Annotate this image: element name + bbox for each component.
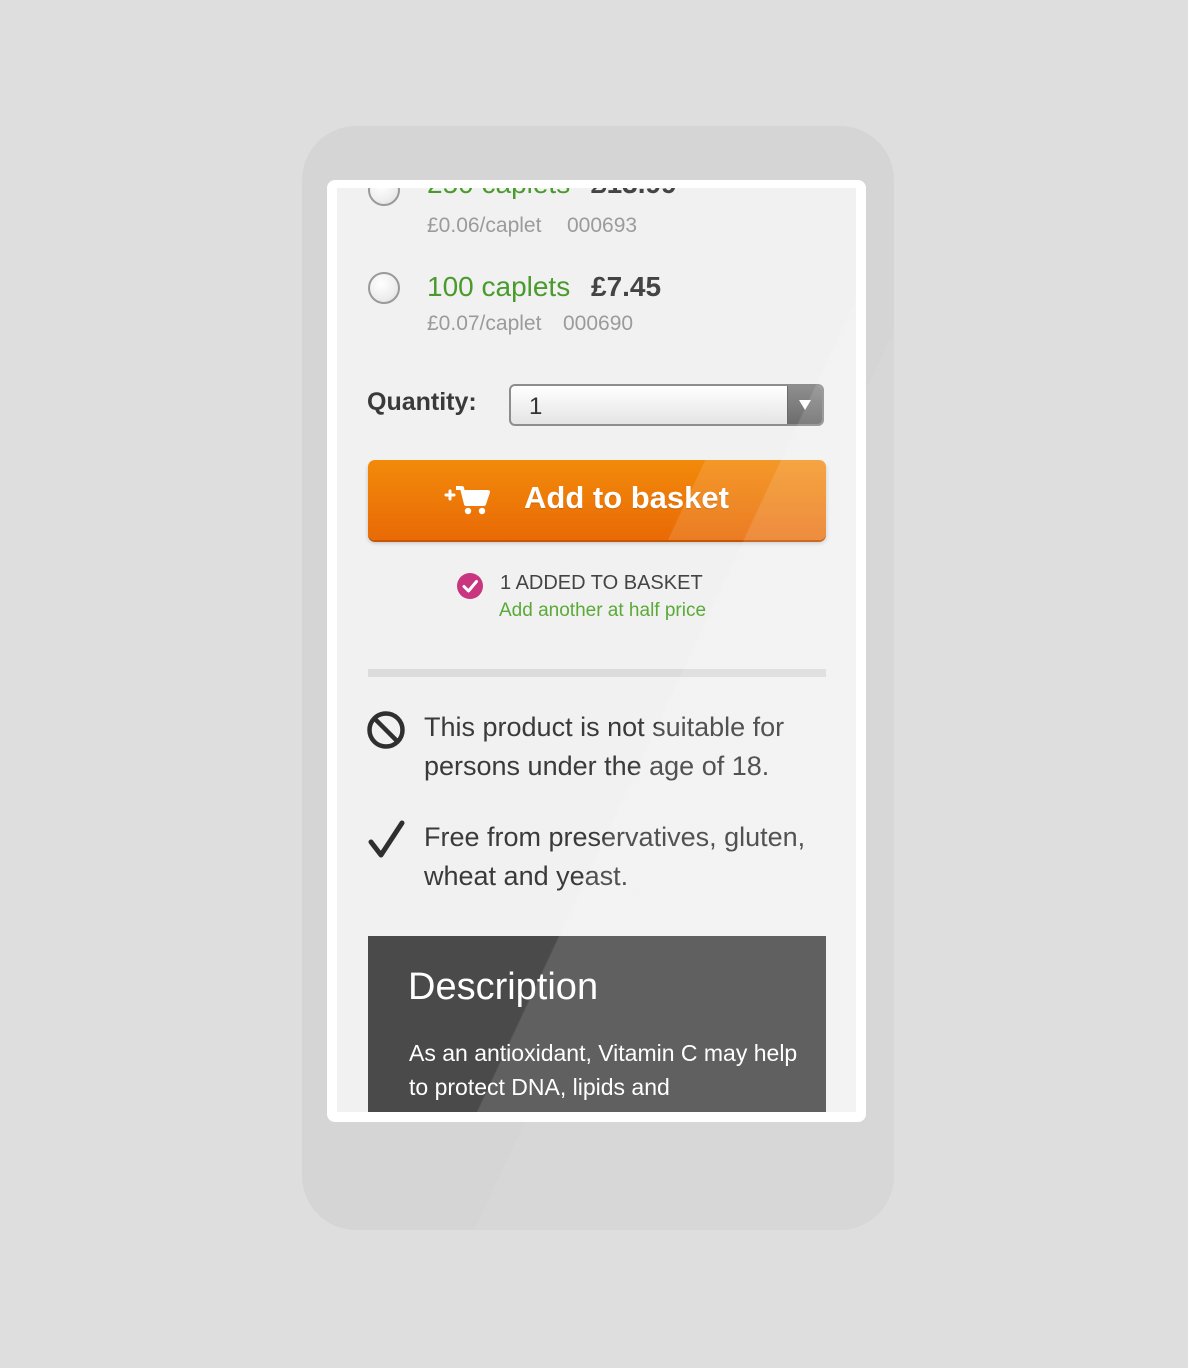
option-code: 000693 xyxy=(567,214,638,237)
description-panel: Description As an antioxidant, Vitamin C… xyxy=(368,936,826,1112)
checkmark-icon xyxy=(368,820,406,864)
added-to-basket-text: 1 ADDED TO BASKET xyxy=(500,572,703,594)
age-restriction-notice: This product is not suitable for persons… xyxy=(424,712,785,781)
divider xyxy=(368,669,826,677)
option-unit-price: £0.06/caplet xyxy=(427,214,542,237)
option-name: 250 caplets xyxy=(427,188,570,200)
add-to-cart-icon xyxy=(444,484,490,520)
screen: 250 caplets £13.99 £0.06/caplet 000693 1… xyxy=(337,188,856,1112)
description-body: As an antioxidant, Vitamin C may help to… xyxy=(409,1040,798,1100)
chevron-down-icon[interactable] xyxy=(787,386,822,424)
add-to-basket-button[interactable]: Add to basket xyxy=(368,460,826,540)
prohibited-icon xyxy=(366,710,406,754)
option-price: £13.99 xyxy=(591,188,677,200)
description-title: Description xyxy=(408,966,599,1008)
option-name: 100 caplets xyxy=(427,271,571,302)
half-price-offer-link[interactable]: Add another at half price xyxy=(499,600,706,622)
option-code: 000690 xyxy=(563,312,634,335)
option-unit-price: £0.07/caplet xyxy=(427,312,542,335)
quantity-label: Quantity: xyxy=(367,388,477,416)
radio-option-250[interactable] xyxy=(368,188,400,206)
add-to-basket-label: Add to basket xyxy=(524,480,729,515)
radio-option-100[interactable] xyxy=(368,272,400,304)
option-price: £7.45 xyxy=(591,271,662,302)
check-circle-icon xyxy=(456,572,484,604)
quantity-select[interactable]: 1 xyxy=(509,384,824,426)
quantity-value: 1 xyxy=(529,393,543,420)
free-from-notice: Free from preservatives, gluten, wheat a… xyxy=(424,822,806,891)
